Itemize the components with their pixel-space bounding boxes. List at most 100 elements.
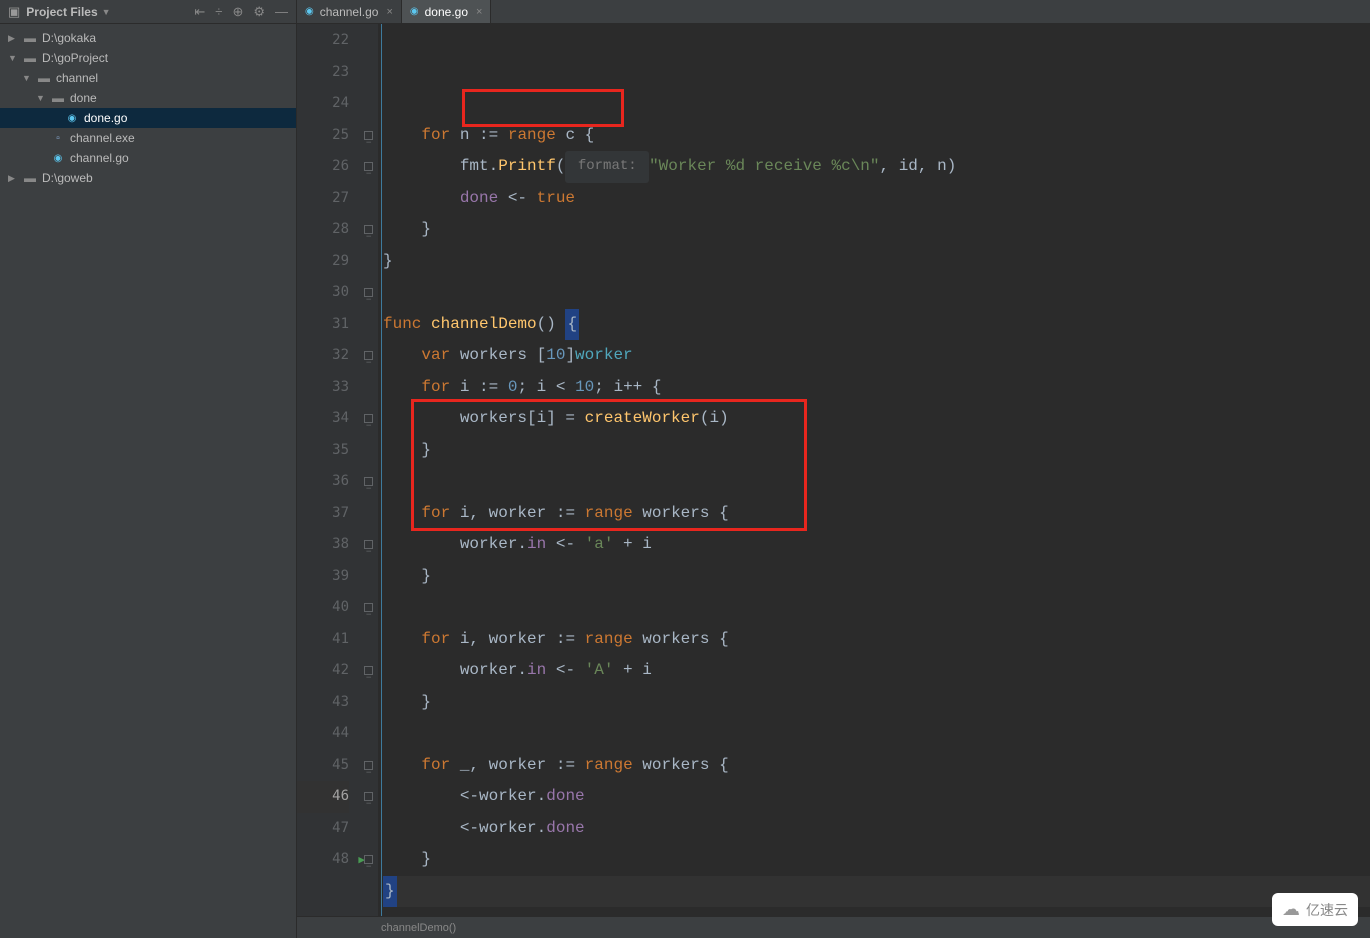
tab-done-go[interactable]: ◉done.go× xyxy=(402,0,492,23)
go-file-icon: ◉ xyxy=(305,6,314,17)
fold-cell xyxy=(359,88,378,120)
line-number: 37 xyxy=(297,498,349,530)
code-line[interactable] xyxy=(383,592,1370,624)
code-line[interactable]: for i := 0; i < 10; i++ { xyxy=(383,372,1370,404)
tab-channel-go[interactable]: ◉ channel.go × xyxy=(297,0,402,23)
fold-cell[interactable] xyxy=(359,655,378,687)
fold-end-icon[interactable] xyxy=(364,477,373,486)
code-line[interactable]: <-worker.done xyxy=(383,781,1370,813)
line-number: 47 xyxy=(297,813,349,845)
fold-cell[interactable] xyxy=(359,466,378,498)
code-line[interactable]: worker.in <- 'A' + i xyxy=(383,655,1370,687)
code-line[interactable]: done <- true xyxy=(383,183,1370,215)
code-line[interactable]: workers[i] = createWorker(i) xyxy=(383,403,1370,435)
fold-end-icon[interactable] xyxy=(364,131,373,140)
tab-label: channel.go xyxy=(320,5,379,19)
fold-cell[interactable] xyxy=(359,340,378,372)
tree-item-channel-go[interactable]: ◉channel.go xyxy=(0,148,296,168)
code-editor[interactable]: for n := range c { fmt.Printf( format: "… xyxy=(379,24,1370,916)
line-number: 25 xyxy=(297,120,349,152)
code-line[interactable]: var workers [10]worker xyxy=(383,340,1370,372)
code-line[interactable]: } xyxy=(383,844,1370,876)
exe-file-icon: ▫ xyxy=(50,133,66,144)
fold-end-icon[interactable] xyxy=(364,162,373,171)
code-line[interactable]: <-worker.done xyxy=(383,813,1370,845)
folder-icon: ▬ xyxy=(22,51,38,65)
code-line[interactable]: for _, worker := range workers { xyxy=(383,750,1370,782)
close-icon[interactable]: × xyxy=(386,6,392,18)
fold-end-icon[interactable] xyxy=(364,603,373,612)
fold-start-icon[interactable] xyxy=(364,666,373,675)
tree-label: channel xyxy=(56,71,98,85)
tree-item-done-go[interactable]: ◉ done.go xyxy=(0,108,296,128)
go-file-icon: ◉ xyxy=(64,113,80,124)
code-line[interactable]: for i, worker := range workers { xyxy=(383,498,1370,530)
code-line[interactable] xyxy=(383,718,1370,750)
code-line[interactable]: for i, worker := range workers { xyxy=(383,624,1370,656)
fold-start-icon[interactable] xyxy=(364,225,373,234)
folder-icon: ▬ xyxy=(22,171,38,185)
fold-cell[interactable] xyxy=(359,403,378,435)
line-number: 22 xyxy=(297,25,349,57)
tree-label: done.go xyxy=(84,111,127,125)
fold-cell[interactable] xyxy=(359,277,378,309)
line-number: 45 xyxy=(297,750,349,782)
tree-item-channel[interactable]: ▼▬channel xyxy=(0,68,296,88)
code-line[interactable] xyxy=(383,907,1370,916)
code-line[interactable]: fmt.Printf( format: "Worker %d receive %… xyxy=(383,151,1370,183)
sidebar-header: ▣ Project Files ▼ ⇤ ÷ ⊕ ⚙ — xyxy=(0,0,296,24)
breadcrumb-bar[interactable]: channelDemo() xyxy=(297,916,1370,938)
gear-icon[interactable]: ⚙ xyxy=(253,4,265,20)
code-line[interactable]: } xyxy=(383,246,1370,278)
line-number: 28 xyxy=(297,214,349,246)
line-number: 23 xyxy=(297,57,349,89)
fold-end-icon[interactable] xyxy=(364,761,373,770)
file-tree[interactable]: ▶▬D:\gokaka▼▬D:\goProject▼▬channel▼▬done… xyxy=(0,24,296,192)
tree-item-done[interactable]: ▼▬done xyxy=(0,88,296,108)
breadcrumb-text: channelDemo() xyxy=(381,922,456,934)
tree-item-channel-exe[interactable]: ▫ channel.exe xyxy=(0,128,296,148)
fold-start-icon[interactable] xyxy=(364,540,373,549)
code-line[interactable]: func channelDemo() { xyxy=(383,309,1370,341)
close-icon[interactable]: × xyxy=(476,6,482,18)
fold-start-icon[interactable] xyxy=(364,855,373,864)
code-line[interactable] xyxy=(383,277,1370,309)
fold-start-icon[interactable] xyxy=(364,288,373,297)
fold-column[interactable] xyxy=(359,24,379,916)
target-icon[interactable]: ⊕ xyxy=(232,4,243,20)
expand-icon[interactable]: ÷ xyxy=(215,4,222,19)
code-line[interactable]: } xyxy=(383,214,1370,246)
fold-end-icon[interactable] xyxy=(364,351,373,360)
tree-label: done xyxy=(70,91,97,105)
chevron-down-icon[interactable]: ▼ xyxy=(102,7,111,17)
fold-cell xyxy=(359,718,378,750)
code-line[interactable]: for n := range c { xyxy=(383,120,1370,152)
fold-cell[interactable] xyxy=(359,750,378,782)
tree-label: D:\goProject xyxy=(42,51,108,65)
go-file-icon: ◉ xyxy=(410,6,419,17)
fold-cell[interactable] xyxy=(359,214,378,246)
code-line[interactable]: } xyxy=(383,561,1370,593)
fold-end-icon[interactable] xyxy=(364,792,373,801)
tree-item-d--goweb[interactable]: ▶▬D:\goweb xyxy=(0,168,296,188)
fold-start-icon[interactable] xyxy=(364,414,373,423)
hide-icon[interactable]: — xyxy=(275,4,288,19)
line-number: 40 xyxy=(297,592,349,624)
code-line[interactable]: worker.in <- 'a' + i xyxy=(383,529,1370,561)
line-number: 32 xyxy=(297,340,349,372)
tree-item-d--goproject[interactable]: ▼▬D:\goProject xyxy=(0,48,296,68)
tree-item-d--gokaka[interactable]: ▶▬D:\gokaka xyxy=(0,28,296,48)
fold-cell[interactable] xyxy=(359,529,378,561)
code-line[interactable]: } xyxy=(383,687,1370,719)
watermark: ☁ 亿速云 xyxy=(1272,893,1358,926)
folder-icon: ▣ xyxy=(8,4,20,20)
fold-cell[interactable] xyxy=(359,592,378,624)
line-number: 26 xyxy=(297,151,349,183)
watermark-text: 亿速云 xyxy=(1306,900,1348,920)
tree-label: channel.exe xyxy=(70,131,135,145)
collapse-all-icon[interactable]: ⇤ xyxy=(194,4,205,20)
code-line[interactable]: } xyxy=(383,876,1370,908)
fold-cell[interactable] xyxy=(359,120,378,152)
code-line[interactable]: } xyxy=(383,435,1370,467)
code-line[interactable] xyxy=(383,466,1370,498)
